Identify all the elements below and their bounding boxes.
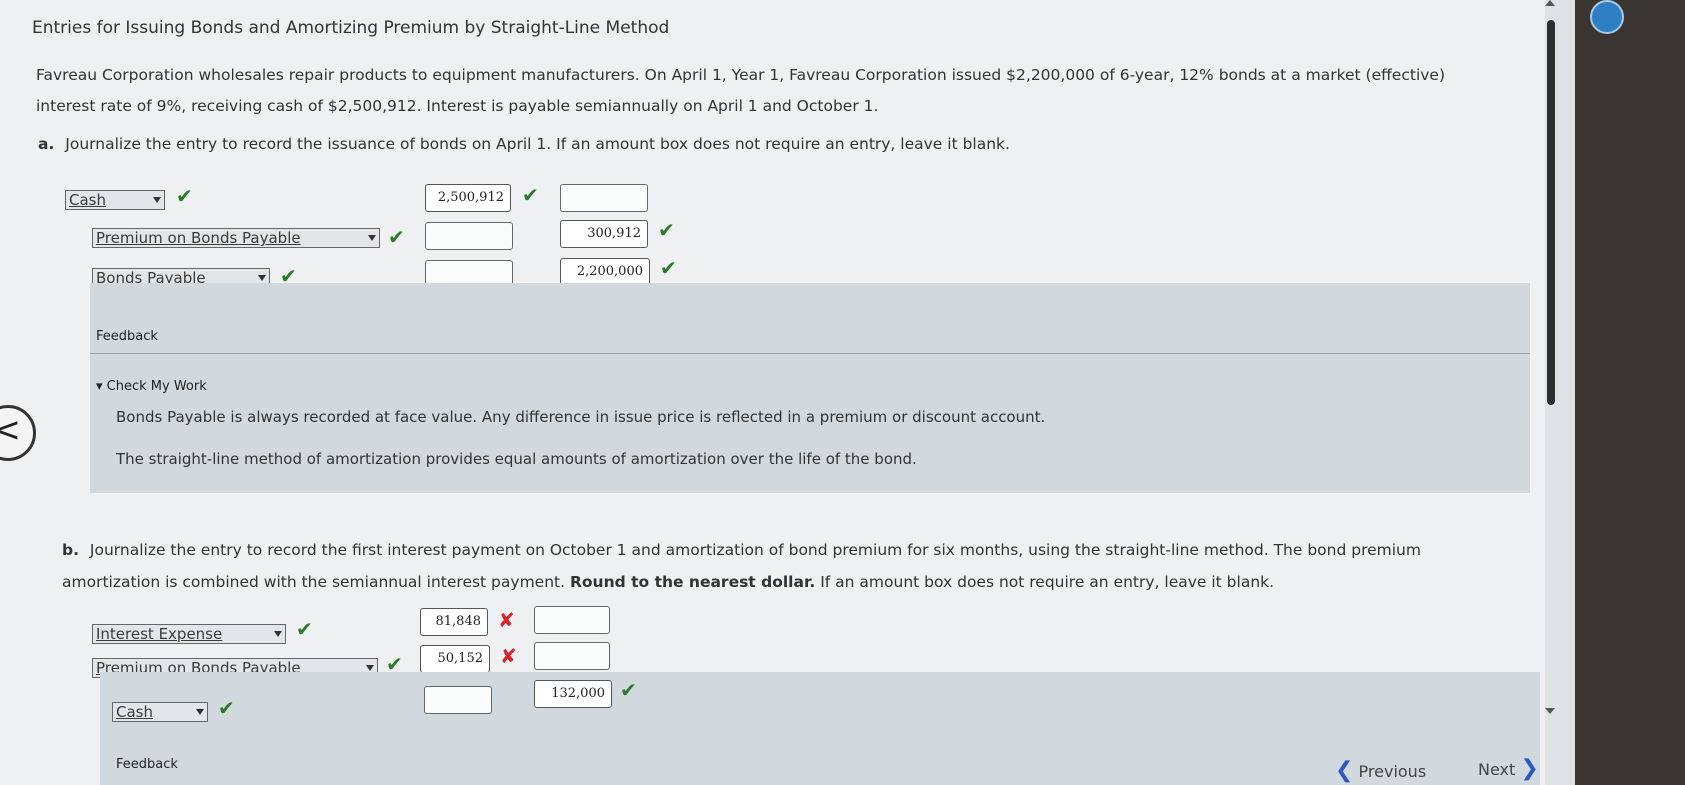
account-select-interest-expense[interactable]: Interest Expense [92, 624, 286, 644]
feedback-title: Feedback [96, 329, 158, 344]
part-b-text-3: If an amount box does not require an ent… [820, 573, 1275, 591]
part-b-instruction: b. Journalize the entry to record the fi… [62, 534, 1532, 598]
credit-input[interactable]: 300,912 [560, 220, 648, 248]
scroll-up-icon[interactable] [1545, 0, 1555, 6]
debit-input[interactable]: 50,152 [420, 645, 490, 673]
check-icon: ✔ [176, 184, 193, 208]
feedback-line-1: Bonds Payable is always recorded at face… [116, 408, 1046, 426]
previous-button[interactable]: ❮ Previous [1335, 758, 1426, 783]
scrollbar-thumb[interactable] [1547, 20, 1555, 405]
intro-line-2: interest rate of 9%, receiving cash of $… [36, 97, 879, 115]
problem-intro: Favreau Corporation wholesales repair pr… [36, 60, 1536, 122]
check-icon: ✔ [522, 183, 539, 207]
previous-label: Previous [1358, 762, 1427, 781]
credit-input[interactable] [534, 606, 610, 634]
check-icon: ✔ [218, 696, 235, 720]
screen: Entries for Issuing Bonds and Amortizing… [0, 0, 1575, 785]
credit-input[interactable]: 132,000 [534, 680, 612, 708]
part-b-rounding-note: Round to the nearest dollar. [569, 573, 816, 591]
debit-input[interactable]: 2,500,912 [425, 184, 511, 212]
debit-input[interactable] [425, 222, 513, 250]
feedback-line-2: The straight-line method of amortization… [116, 450, 917, 468]
next-button[interactable]: Next ❯ [1478, 756, 1539, 781]
credit-input[interactable] [534, 642, 610, 670]
account-label: Interest Expense [96, 625, 223, 643]
credit-input[interactable] [560, 184, 648, 212]
triangle-down-icon: ▾ [96, 379, 103, 394]
account-label: Cash [69, 191, 106, 209]
problem-content: Entries for Issuing Bonds and Amortizing… [0, 0, 1545, 785]
feedback-panel-2: Feedback [100, 672, 1540, 785]
feedback-title-2: Feedback [116, 757, 178, 772]
chevron-right-icon: ❯ [1520, 756, 1539, 781]
debit-input[interactable]: 81,848 [420, 608, 488, 636]
chevron-down-icon [366, 665, 374, 671]
problem-title: Entries for Issuing Bonds and Amortizing… [32, 18, 670, 38]
scroll-down-icon[interactable] [1545, 708, 1555, 714]
chevron-down-icon [258, 275, 266, 281]
check-my-work-label: Check My Work [106, 379, 207, 394]
account-select-cash-b[interactable]: Cash [112, 702, 208, 722]
chevron-down-icon [153, 197, 161, 203]
part-a-letter: a. [38, 135, 55, 153]
chevron-down-icon [368, 235, 376, 241]
part-b-text-2: amortization is combined with the semian… [62, 573, 566, 591]
part-a-text: Journalize the entry to record the issua… [65, 135, 1010, 153]
check-my-work-toggle[interactable]: ▾ Check My Work [96, 379, 207, 394]
part-b-line-2: amortization is combined with the semian… [62, 566, 1532, 598]
account-label: Cash [116, 703, 153, 721]
feedback-panel: Feedback ▾ Check My Work Bonds Payable i… [90, 283, 1530, 493]
check-icon: ✔ [660, 256, 677, 280]
account-select-cash[interactable]: Cash [65, 190, 165, 210]
part-b-line-1: b. Journalize the entry to record the fi… [62, 534, 1532, 566]
chevron-down-icon [274, 631, 282, 637]
check-icon: ✔ [296, 617, 313, 641]
check-icon: ✔ [388, 225, 405, 249]
part-b-letter: b. [62, 541, 79, 559]
chevron-left-icon: < [0, 410, 21, 450]
account-select-premium-on-bonds-payable[interactable]: Premium on Bonds Payable [92, 228, 380, 248]
chevron-down-icon [196, 709, 204, 715]
intro-line-1: Favreau Corporation wholesales repair pr… [36, 66, 1446, 84]
part-b-text-1: Journalize the entry to record the first… [89, 541, 1421, 559]
debit-input[interactable] [424, 686, 492, 714]
divider [90, 353, 1530, 354]
check-icon: ✔ [658, 218, 675, 242]
chevron-left-icon: ❮ [1335, 758, 1354, 783]
account-label: Premium on Bonds Payable [96, 229, 301, 247]
check-icon: ✔ [620, 678, 637, 702]
app-icon[interactable] [1590, 0, 1624, 34]
next-label: Next [1478, 760, 1516, 779]
credit-input[interactable]: 2,200,000 [560, 258, 650, 286]
x-icon: ✘ [500, 644, 517, 668]
part-a-instruction: a. Journalize the entry to record the is… [38, 128, 1010, 160]
x-icon: ✘ [498, 608, 515, 632]
